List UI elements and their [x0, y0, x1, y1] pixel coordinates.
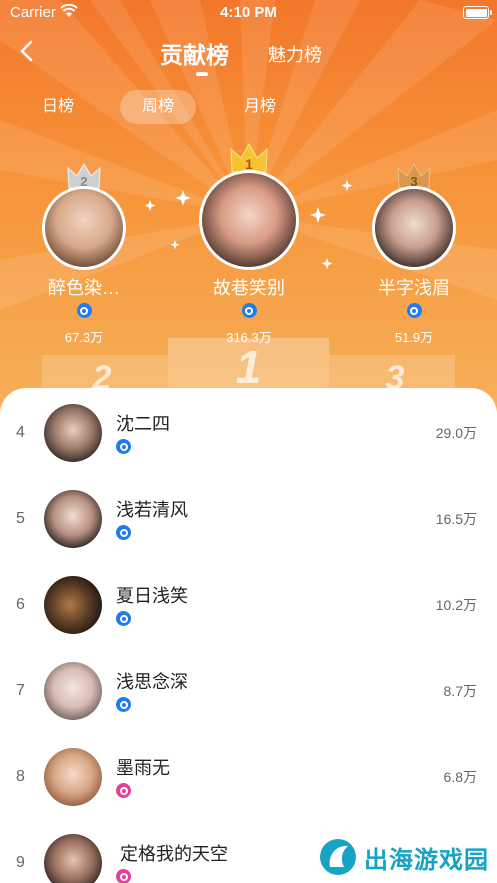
- top-rank-2[interactable]: 2 醉色染… 67.3万: [34, 162, 134, 346]
- avatar: [44, 404, 102, 462]
- avatar: [44, 576, 102, 634]
- user-name: 浅若清风: [116, 500, 188, 520]
- level-badge-icon: [116, 783, 131, 798]
- list-item[interactable]: 4 沈二四 29.0万: [0, 404, 497, 490]
- avatar: [372, 186, 456, 270]
- clock: 4:10 PM: [220, 4, 277, 21]
- level-badge-icon: [76, 303, 92, 318]
- contribution-value: 29.0万: [435, 425, 477, 441]
- watermark: 出海游戏园: [318, 835, 489, 879]
- rank-number: 9: [16, 854, 25, 871]
- avatar: [44, 748, 102, 806]
- user-name: 定格我的天空: [120, 844, 228, 864]
- contribution-value: 8.7万: [443, 683, 477, 699]
- avatar: [199, 170, 299, 270]
- rank-number: 5: [16, 510, 25, 527]
- level-badge-icon: [241, 303, 257, 318]
- top-value: 67.3万: [64, 330, 104, 345]
- tab-charm[interactable]: 魅力榜: [268, 41, 322, 67]
- podium-number: 1: [235, 341, 262, 393]
- level-badge-icon: [116, 439, 131, 454]
- top-name: 醉色染…: [48, 278, 120, 298]
- avatar: [44, 662, 102, 720]
- period-tab-weekly[interactable]: 周榜: [120, 90, 196, 124]
- rank-number: 7: [16, 682, 25, 699]
- user-name: 沈二四: [116, 414, 170, 434]
- level-badge-icon: [116, 525, 131, 540]
- top-value: 316.3万: [226, 330, 272, 345]
- top-rank-3[interactable]: 3 半字浅眉 51.9万: [364, 162, 464, 346]
- list-item[interactable]: 8 墨雨无 6.8万: [0, 748, 497, 834]
- top-rank-1[interactable]: 1 故巷笑别 316.3万: [194, 142, 304, 346]
- avatar: [44, 490, 102, 548]
- active-tab-indicator: [196, 72, 208, 76]
- top-name: 半字浅眉: [378, 278, 450, 298]
- tab-contribution[interactable]: 贡献榜: [160, 36, 229, 70]
- rank-number: 4: [16, 424, 25, 441]
- level-badge-icon: [406, 303, 422, 318]
- contribution-value: 16.5万: [435, 511, 477, 527]
- watermark-logo-icon: [320, 839, 356, 875]
- period-tab-daily[interactable]: 日榜: [28, 90, 88, 124]
- user-name: 浅思念深: [116, 672, 188, 692]
- user-name: 墨雨无: [116, 758, 170, 778]
- avatar: [42, 186, 126, 270]
- battery-icon: [463, 6, 492, 19]
- rank-number: 6: [16, 596, 25, 613]
- watermark-text: 出海游戏园: [364, 846, 489, 874]
- ranking-header: Carrier 4:10 PM 贡献榜 魅力榜 日榜 周榜 月榜 2 1 3 2: [0, 0, 497, 420]
- level-badge-icon: [116, 869, 131, 883]
- status-bar: Carrier 4:10 PM: [0, 0, 497, 26]
- user-name: 夏日浅笑: [116, 586, 188, 606]
- ranking-list[interactable]: 4 沈二四 29.0万 5 浅若清风 16.5万 6 夏日浅笑 10.2万 7 …: [0, 388, 497, 883]
- rank-number: 8: [16, 768, 25, 785]
- top-value: 51.9万: [394, 330, 434, 345]
- back-arrow-icon[interactable]: [14, 38, 40, 64]
- level-badge-icon: [116, 611, 131, 626]
- avatar: [44, 834, 102, 883]
- contribution-value: 10.2万: [435, 597, 477, 613]
- list-item[interactable]: 7 浅思念深 8.7万: [0, 662, 497, 748]
- period-tab-monthly[interactable]: 月榜: [228, 90, 292, 124]
- contribution-value: 6.8万: [443, 769, 477, 785]
- level-badge-icon: [116, 697, 131, 712]
- list-item[interactable]: 6 夏日浅笑 10.2万: [0, 576, 497, 662]
- top-name: 故巷笑别: [213, 278, 285, 298]
- list-item[interactable]: 5 浅若清风 16.5万: [0, 490, 497, 576]
